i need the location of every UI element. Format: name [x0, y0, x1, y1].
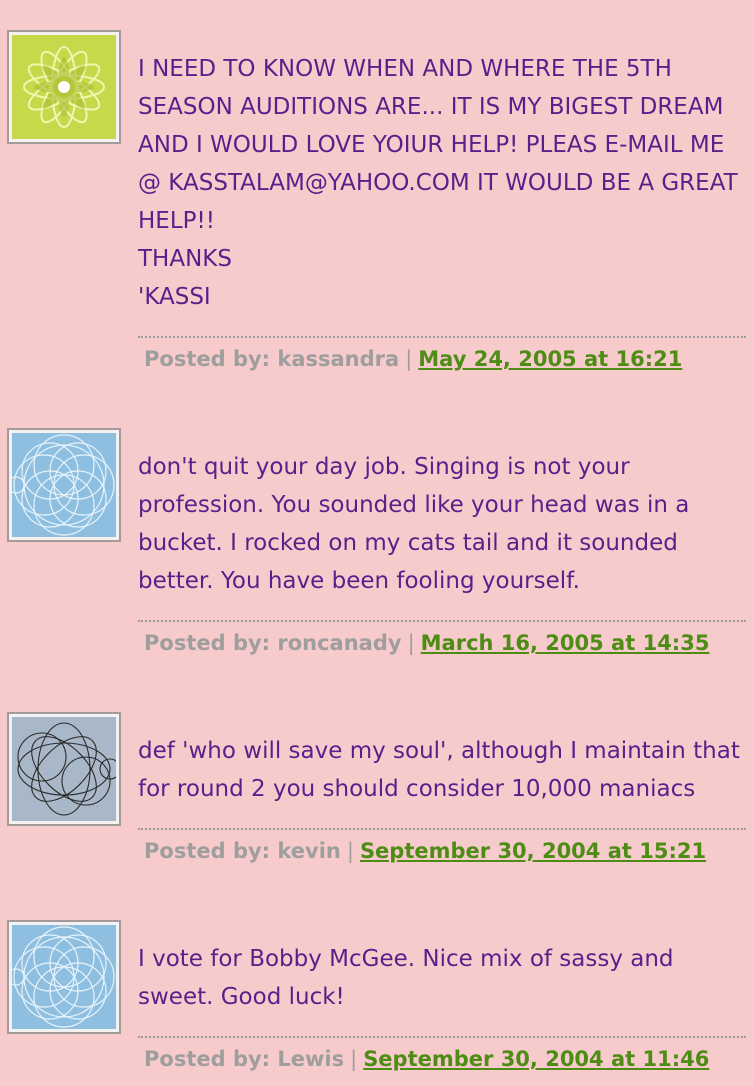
comment-author: roncanady	[277, 631, 402, 655]
blue-spiro-icon	[12, 433, 116, 537]
meta-separator: |	[405, 347, 413, 371]
comment-body: def 'who will save my soul', although I …	[138, 738, 740, 802]
comment-meta: Posted by: kassandra | May 24, 2005 at 16:…	[138, 336, 746, 374]
meta-separator: |	[346, 839, 354, 863]
comment-meta: Posted by: roncanady | March 16, 2005 at 1…	[138, 620, 746, 658]
comment-body: I NEED TO KNOW WHEN AND WHERE THE 5TH SE…	[138, 56, 738, 310]
meta-separator: |	[350, 1047, 358, 1071]
comment-author: kassandra	[277, 347, 400, 371]
comment-meta: Posted by: kevin | September 30, 2004 at 1…	[138, 828, 746, 866]
posted-by-label: Posted by:	[144, 1047, 271, 1071]
comment-permalink[interactable]: May 24, 2005 at 16:21	[418, 347, 682, 371]
comment-body: I vote for Bobby McGee. Nice mix of sass…	[138, 946, 674, 1010]
posted-by-label: Posted by:	[144, 839, 271, 863]
comment-author: Lewis	[277, 1047, 345, 1071]
posted-by-label: Posted by:	[144, 347, 271, 371]
gray-spiro-icon	[12, 717, 116, 821]
posted-by-label: Posted by:	[144, 631, 271, 655]
avatar	[7, 712, 121, 826]
comment-meta: Posted by: Lewis | September 30, 2004 at 1…	[138, 1036, 746, 1074]
comment-permalink[interactable]: March 16, 2005 at 14:35	[421, 631, 710, 655]
avatar	[7, 920, 121, 1034]
comment-author: kevin	[277, 839, 341, 863]
comment-permalink[interactable]: September 30, 2004 at 15:21	[360, 839, 706, 863]
avatar	[7, 30, 121, 144]
meta-separator: |	[407, 631, 415, 655]
comment-body: don't quit your day job. Singing is not …	[138, 454, 690, 594]
comment-permalink[interactable]: September 30, 2004 at 11:46	[363, 1047, 709, 1071]
green-flower-icon	[12, 35, 116, 139]
blue-spiro-icon	[12, 925, 116, 1029]
avatar	[7, 428, 121, 542]
